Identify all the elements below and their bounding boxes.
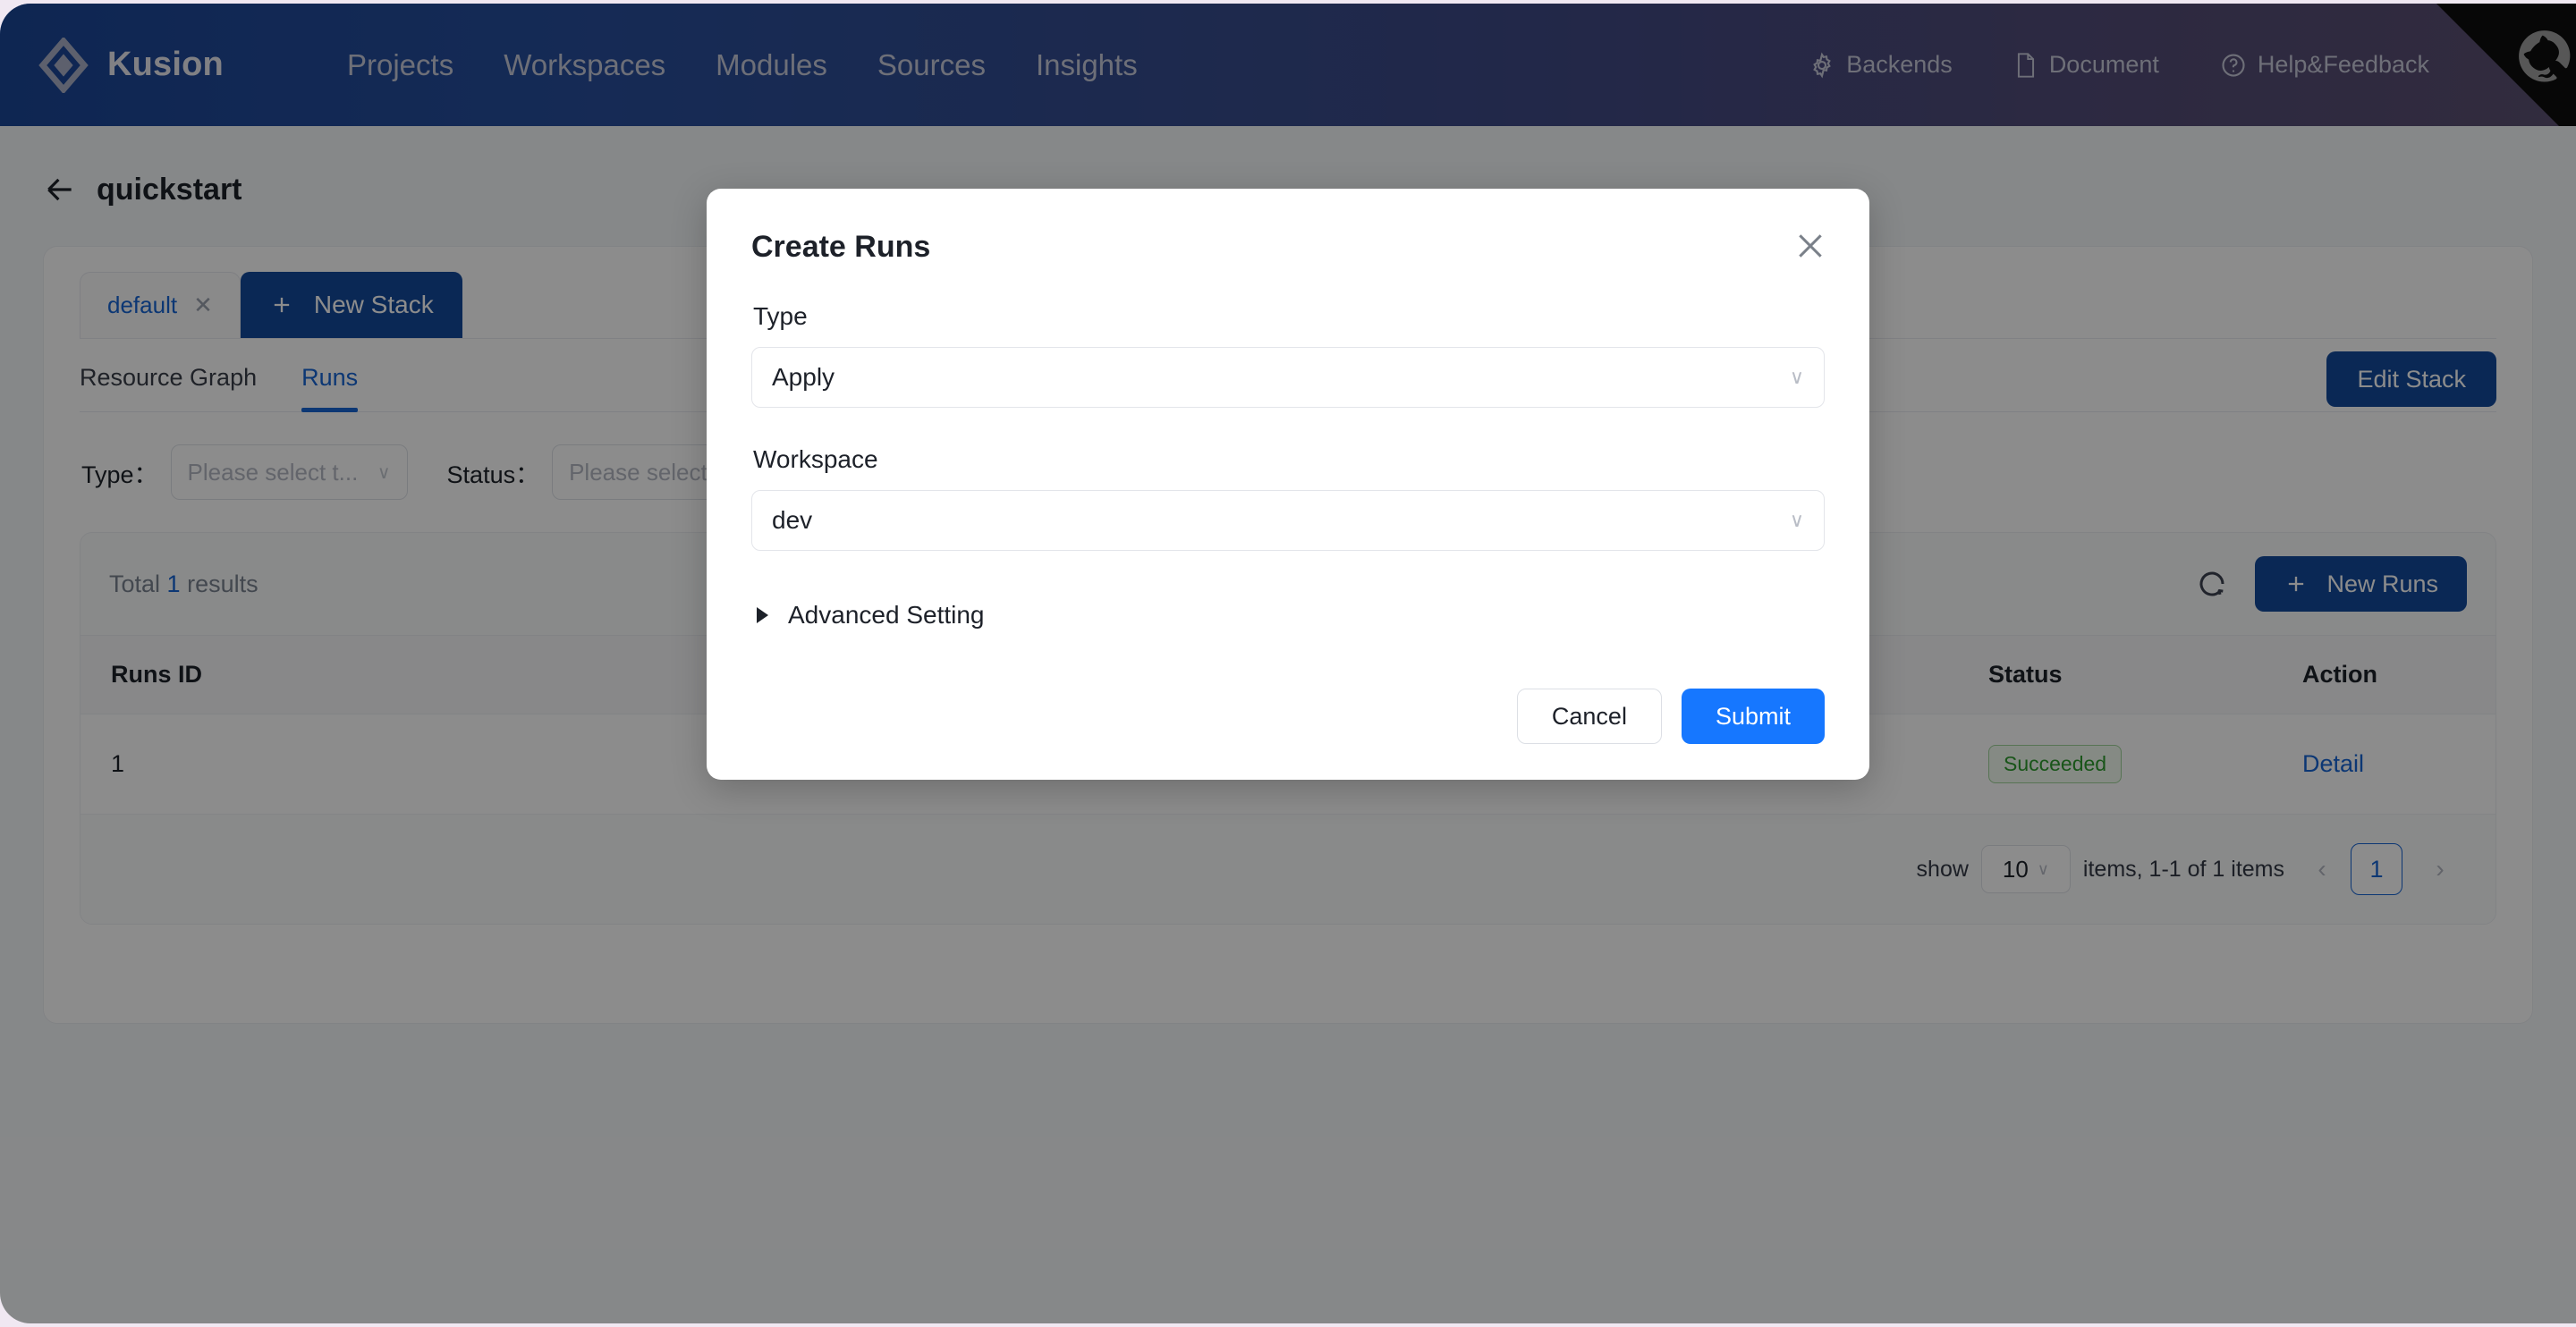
- modal-actions: Cancel Submit: [751, 689, 1825, 744]
- modal-title: Create Runs: [751, 230, 1825, 265]
- modal-workspace-select[interactable]: dev ∨: [751, 490, 1825, 551]
- create-runs-modal: Create Runs Type Apply ∨ Workspace dev ∨…: [707, 189, 1869, 780]
- modal-type-label: Type: [753, 302, 1825, 331]
- chevron-down-icon: ∨: [1790, 366, 1804, 389]
- cancel-button[interactable]: Cancel: [1517, 689, 1662, 744]
- modal-workspace-value: dev: [772, 506, 812, 535]
- modal-type-select[interactable]: Apply ∨: [751, 347, 1825, 408]
- modal-type-value: Apply: [772, 363, 835, 392]
- submit-button[interactable]: Submit: [1682, 689, 1825, 744]
- advanced-setting-label: Advanced Setting: [788, 601, 985, 630]
- modal-workspace-label: Workspace: [753, 445, 1825, 474]
- screen-root: Kusion Projects Workspaces Modules Sourc…: [0, 0, 2576, 1327]
- close-icon[interactable]: [1792, 228, 1828, 264]
- advanced-setting-toggle[interactable]: Advanced Setting: [757, 601, 1825, 630]
- app-window: Kusion Projects Workspaces Modules Sourc…: [0, 4, 2576, 1323]
- caret-right-icon: [757, 607, 768, 623]
- chevron-down-icon: ∨: [1790, 509, 1804, 532]
